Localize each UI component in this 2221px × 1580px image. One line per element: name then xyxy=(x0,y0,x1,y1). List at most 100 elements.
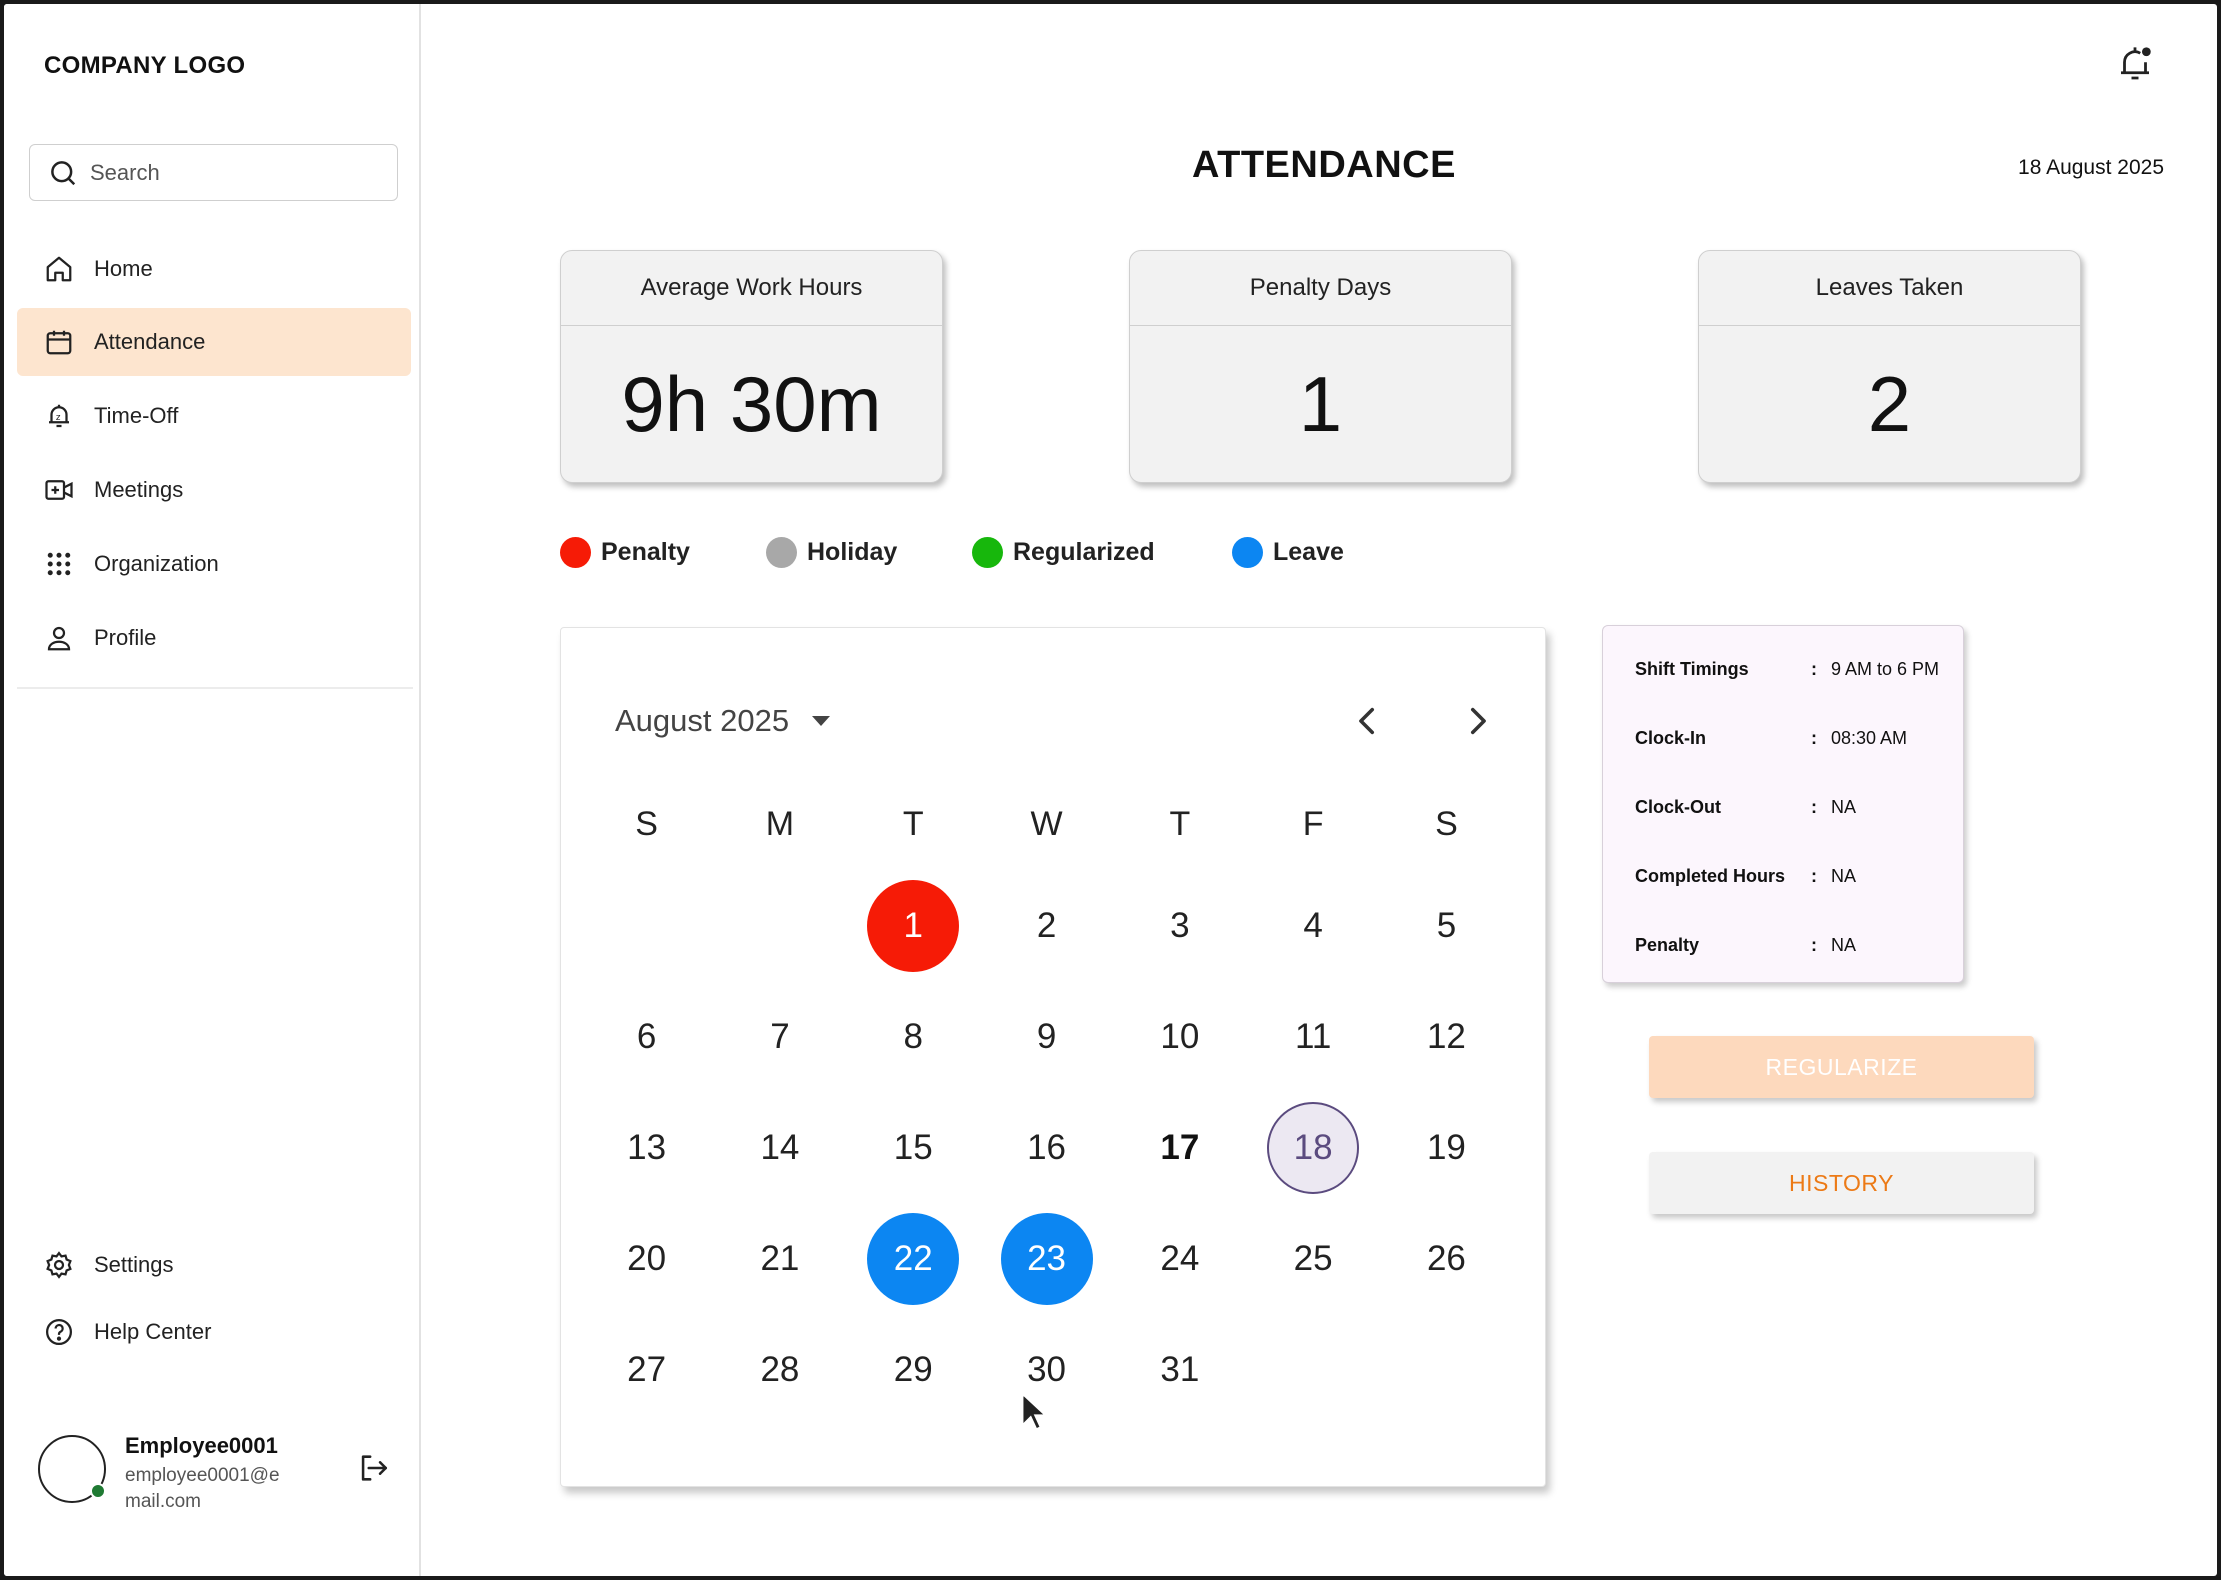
stat-label: Penalty Days xyxy=(1130,251,1511,326)
notification-bell-icon[interactable] xyxy=(2114,42,2156,86)
calendar-day-31[interactable]: 31 xyxy=(1134,1324,1226,1416)
calendar-day-3[interactable]: 3 xyxy=(1134,880,1226,972)
calendar-day-18[interactable]: 18 xyxy=(1267,1102,1360,1194)
calendar-day-12[interactable]: 12 xyxy=(1400,991,1492,1083)
legend-item-regularized: Regularized xyxy=(972,537,1155,568)
info-separator: : xyxy=(1811,935,1817,955)
nav-label: Time-Off xyxy=(94,403,179,428)
calendar-day-9[interactable]: 9 xyxy=(1001,991,1093,1083)
nav-item-time-off[interactable]: z Time-Off xyxy=(17,382,411,450)
calendar-day-5[interactable]: 5 xyxy=(1400,880,1492,972)
gear-icon xyxy=(46,1251,72,1279)
info-separator: : xyxy=(1811,797,1817,817)
user-card: Employee0001 employee0001@email.com xyxy=(38,1429,408,1519)
regularize-button[interactable]: REGULARIZE xyxy=(1649,1036,2034,1098)
info-key: Shift Timings xyxy=(1635,659,1749,679)
nav-item-attendance[interactable]: Attendance xyxy=(17,308,411,376)
search-box[interactable] xyxy=(29,144,398,201)
search-input[interactable] xyxy=(90,159,370,186)
search-icon xyxy=(51,160,76,185)
info-value: NA xyxy=(1831,866,1857,886)
calendar-day-19[interactable]: 19 xyxy=(1400,1102,1492,1194)
nav-item-meetings[interactable]: Meetings xyxy=(17,456,411,524)
calendar-day-21[interactable]: 21 xyxy=(734,1213,826,1305)
info-key: Completed Hours xyxy=(1635,866,1786,886)
calendar-day-6[interactable]: 6 xyxy=(601,991,693,1083)
weekday-header: T xyxy=(902,804,924,843)
history-button[interactable]: HISTORY xyxy=(1649,1152,2034,1214)
weekday-header: F xyxy=(1302,804,1324,843)
calendar-day-15[interactable]: 15 xyxy=(867,1102,959,1194)
calendar-day-14[interactable]: 14 xyxy=(734,1102,826,1194)
legend-label: Regularized xyxy=(1013,538,1155,566)
calendar-day-10[interactable]: 10 xyxy=(1134,991,1226,1083)
nav-item-organization[interactable]: Organization xyxy=(17,530,411,598)
user-email: employee0001@email.com xyxy=(125,1465,280,1512)
nav-label: Help Center xyxy=(94,1319,212,1344)
sidebar: COMPANY LOGO Home Attendance z Time-Off … xyxy=(4,4,421,1576)
calendar-day-8[interactable]: 8 xyxy=(867,991,959,1083)
next-month-button[interactable] xyxy=(1460,704,1494,738)
video-add-icon xyxy=(45,480,73,500)
legend-label: Penalty xyxy=(601,538,690,566)
user-name: Employee0001 xyxy=(125,1433,278,1458)
nav-label: Attendance xyxy=(94,329,206,354)
weekday-header: S xyxy=(1435,804,1458,843)
nav-label: Profile xyxy=(94,625,157,650)
legend-item-holiday: Holiday xyxy=(766,537,897,568)
info-row-clock-in: Clock-In : 08:30 AM xyxy=(1635,728,1907,749)
user-icon xyxy=(47,626,71,651)
calendar-day-17[interactable]: 17 xyxy=(1134,1102,1226,1194)
mouse-cursor-icon xyxy=(1021,1392,1047,1431)
calendar-day-28[interactable]: 28 xyxy=(734,1324,826,1416)
nav-item-help-center[interactable]: Help Center xyxy=(17,1298,411,1366)
shift-info-panel: Shift Timings : 9 AM to 6 PM Clock-In : … xyxy=(1602,625,1964,983)
calendar-day-1[interactable]: 1 xyxy=(867,880,960,972)
calendar-day-4[interactable]: 4 xyxy=(1267,880,1359,972)
nav-item-home[interactable]: Home xyxy=(17,235,411,303)
calendar-day-22[interactable]: 22 xyxy=(867,1213,960,1305)
calendar-day-13[interactable]: 13 xyxy=(601,1102,693,1194)
stat-value: 9h 30m xyxy=(621,359,882,448)
app-window: COMPANY LOGO Home Attendance z Time-Off … xyxy=(4,4,2217,1576)
page-title: ATTENDANCE xyxy=(1192,144,1456,186)
info-separator: : xyxy=(1811,659,1817,679)
calendar-day-16[interactable]: 16 xyxy=(1001,1102,1093,1194)
calendar-day-29[interactable]: 29 xyxy=(867,1324,959,1416)
legend-swatch xyxy=(766,537,797,568)
company-logo: COMPANY LOGO xyxy=(44,52,246,79)
legend-label: Leave xyxy=(1273,538,1344,566)
info-row-penalty: Penalty : NA xyxy=(1635,935,1856,956)
calendar-day-26[interactable]: 26 xyxy=(1400,1213,1492,1305)
previous-month-button[interactable] xyxy=(1351,704,1385,738)
calendar-day-23[interactable]: 23 xyxy=(1000,1213,1093,1305)
calendar-day-24[interactable]: 24 xyxy=(1134,1213,1226,1305)
calendar-day-2[interactable]: 2 xyxy=(1001,880,1093,972)
legend-swatch xyxy=(1232,537,1263,568)
weekday-header: T xyxy=(1169,804,1191,843)
weekday-header: M xyxy=(765,804,795,843)
time-off-icon: z xyxy=(49,404,69,428)
info-key: Penalty xyxy=(1635,935,1700,955)
info-row-completed-hours: Completed Hours : NA xyxy=(1635,866,1856,887)
legend-swatch xyxy=(560,537,591,568)
help-circle-icon xyxy=(46,1319,72,1345)
info-value: 08:30 AM xyxy=(1831,728,1908,748)
calendar-day-20[interactable]: 20 xyxy=(601,1213,693,1305)
stat-card-penalty-days: Penalty Days 1 xyxy=(1129,250,1512,483)
logout-icon[interactable] xyxy=(356,1451,390,1485)
calendar-day-7[interactable]: 7 xyxy=(734,991,826,1083)
calendar-day-25[interactable]: 25 xyxy=(1267,1213,1359,1305)
nav-label: Settings xyxy=(94,1252,174,1277)
month-selector[interactable]: August 2025 xyxy=(615,703,831,739)
nav-item-settings[interactable]: Settings xyxy=(17,1231,411,1299)
avatar[interactable] xyxy=(38,1435,106,1503)
legend-item-leave: Leave xyxy=(1232,537,1344,568)
nav-item-profile[interactable]: Profile xyxy=(17,604,411,672)
calendar-day-27[interactable]: 27 xyxy=(601,1324,693,1416)
svg-text:z: z xyxy=(56,413,61,423)
calendar-day-11[interactable]: 11 xyxy=(1267,991,1359,1083)
legend-label: Holiday xyxy=(807,538,898,566)
current-date: 18 August 2025 xyxy=(2018,156,2164,179)
info-row-clock-out: Clock-Out : NA xyxy=(1635,797,1856,818)
